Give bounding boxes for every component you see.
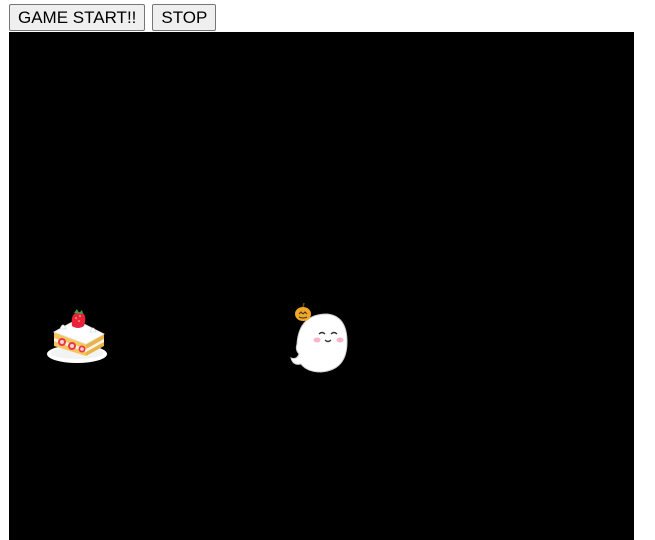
stop-button[interactable]: STOP (152, 4, 217, 31)
game-canvas[interactable] (9, 32, 634, 540)
ghost-with-pumpkin-icon (290, 302, 348, 373)
strawberry-shortcake-icon (47, 309, 107, 363)
game-start-button[interactable]: GAME START!! (9, 4, 146, 31)
game-controls: GAME START!! STOP (9, 4, 217, 31)
